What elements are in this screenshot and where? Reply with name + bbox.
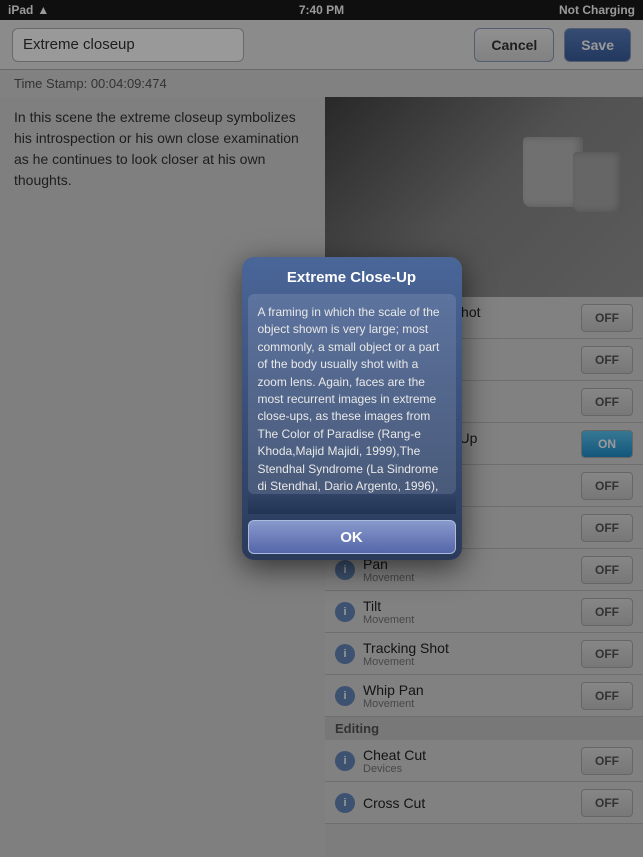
modal-body: A framing in which the scale of the obje…: [248, 294, 456, 494]
modal-title: Extreme Close-Up: [242, 257, 462, 294]
modal-ok-button[interactable]: OK: [248, 520, 456, 554]
modal-body-text: A framing in which the scale of the obje…: [258, 304, 446, 494]
modal-fade: [248, 494, 456, 514]
modal-dialog: Extreme Close-Up A framing in which the …: [242, 257, 462, 560]
modal-overlay[interactable]: Extreme Close-Up A framing in which the …: [0, 0, 643, 857]
